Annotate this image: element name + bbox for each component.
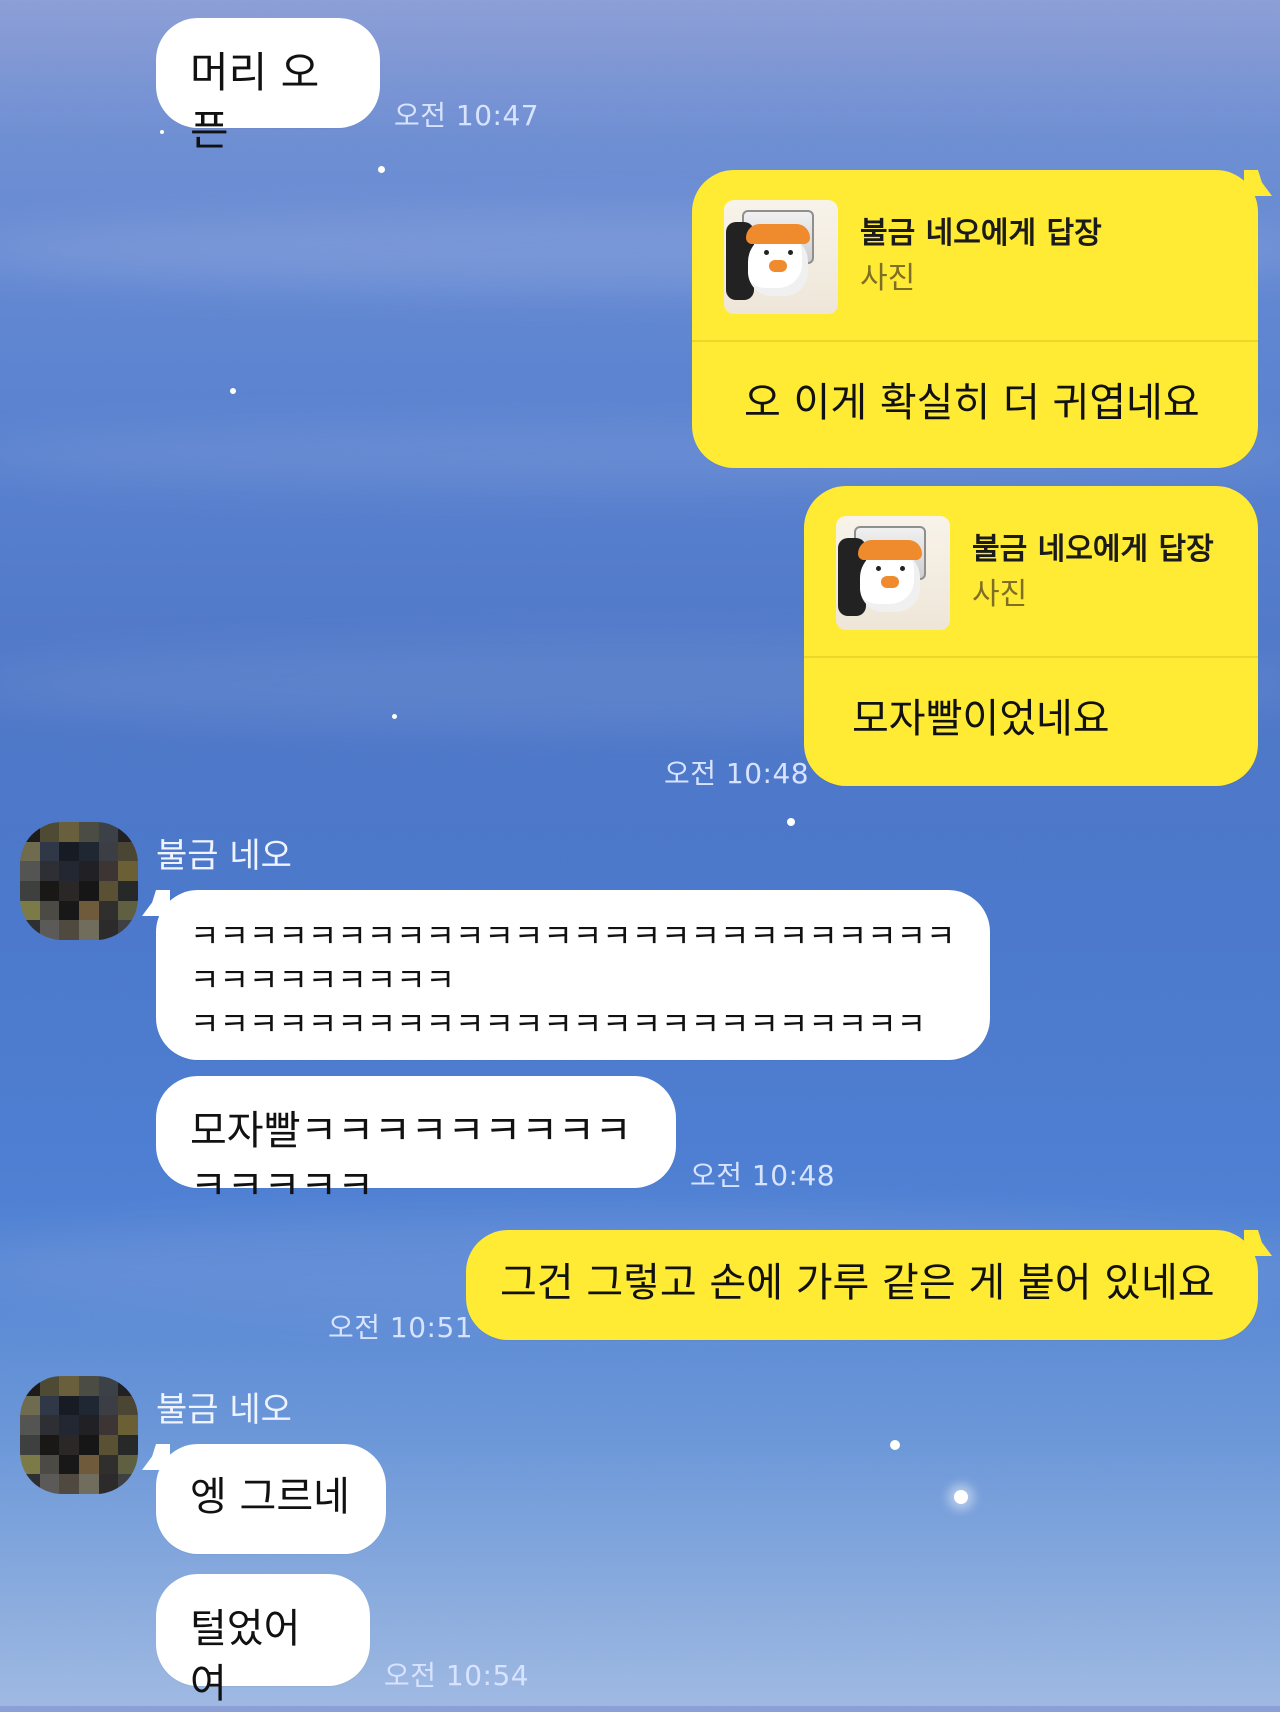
- message-time: 오전 10:47: [394, 99, 540, 132]
- message-text: 엥 그르네: [190, 1474, 350, 1520]
- beak-shape: [769, 260, 787, 272]
- sender-name: 불금 네오: [156, 1390, 292, 1430]
- orange-hat-shape: [746, 224, 810, 244]
- beak-shape: [881, 576, 899, 588]
- star: [378, 166, 385, 173]
- reply-subtitle: 사진: [860, 261, 916, 297]
- orange-hat-shape: [858, 540, 922, 560]
- outgoing-message-bubble: 그건 그렇고 손에 가루 같은 게 붙어 있네요: [466, 1230, 1258, 1340]
- reply-message-text: 오 이게 확실히 더 귀엽네요: [744, 380, 1200, 426]
- reply-meta: 불금 네오에게 답장 사진: [972, 532, 1214, 614]
- incoming-message-bubble: 머리 오픈: [156, 18, 380, 155]
- reply-message-text: 모자빨이었네요: [852, 696, 1110, 742]
- incoming-message-bubble: ㅋㅋㅋㅋㅋㅋㅋㅋㅋㅋㅋㅋㅋㅋㅋㅋㅋㅋㅋㅋㅋㅋㅋㅋㅋㅋㅋㅋㅋㅋㅋㅋㅋㅋㅋ ㅋㅋㅋㅋ…: [156, 890, 990, 1060]
- reply-photo-thumbnail[interactable]: [836, 516, 950, 630]
- reply-photo-thumbnail[interactable]: [724, 200, 838, 314]
- sender-name: 불금 네오: [156, 836, 292, 876]
- reply-preview[interactable]: 불금 네오에게 답장 사진: [804, 486, 1258, 658]
- incoming-message-bubble: 엥 그르네: [156, 1444, 386, 1554]
- reply-message-bubble[interactable]: 불금 네오에게 답장 사진 오 이게 확실히 더 귀엽네요: [692, 170, 1258, 468]
- reply-subtitle: 사진: [972, 577, 1028, 613]
- message-time: 오전 10:48: [690, 1159, 836, 1192]
- star: [787, 818, 795, 826]
- incoming-message-bubble: 모자빨ㅋㅋㅋㅋㅋㅋㅋㅋㅋㅋㅋㅋㅋㅋ: [156, 1076, 676, 1209]
- reply-meta: 불금 네오에게 답장 사진: [860, 216, 1102, 298]
- star: [392, 714, 397, 719]
- star: [890, 1440, 900, 1450]
- avatar[interactable]: [20, 1376, 138, 1494]
- message-text: 머리 오픈: [190, 48, 320, 155]
- message-text: 모자빨ㅋㅋㅋㅋㅋㅋㅋㅋㅋㅋㅋㅋㅋㅋ: [190, 1108, 632, 1210]
- reply-title: 불금 네오에게 답장: [860, 216, 1102, 252]
- message-time: 오전 10:51: [328, 1311, 474, 1344]
- star: [160, 130, 164, 134]
- reply-message-bubble[interactable]: 불금 네오에게 답장 사진 모자빨이었네요: [804, 486, 1258, 786]
- eye-shape: [764, 250, 769, 255]
- bright-star: [954, 1490, 968, 1504]
- message-text: 털었어여: [190, 1606, 301, 1708]
- incoming-message-bubble: 털었어여: [156, 1574, 370, 1707]
- star: [230, 388, 236, 394]
- eye-shape: [876, 566, 881, 571]
- avatar[interactable]: [20, 822, 138, 940]
- eye-shape: [788, 250, 793, 255]
- message-time: 오전 10:54: [384, 1659, 530, 1692]
- reply-title: 불금 네오에게 답장: [972, 532, 1214, 568]
- message-time: 오전 10:48: [664, 757, 810, 790]
- message-text: ㅋㅋㅋㅋㅋㅋㅋㅋㅋㅋㅋㅋㅋㅋㅋㅋㅋㅋㅋㅋㅋㅋㅋㅋㅋㅋㅋㅋㅋㅋㅋㅋㅋㅋㅋ ㅋㅋㅋㅋ…: [190, 917, 956, 1044]
- eye-shape: [900, 566, 905, 571]
- reply-preview[interactable]: 불금 네오에게 답장 사진: [692, 170, 1258, 342]
- message-text: 그건 그렇고 손에 가루 같은 게 붙어 있네요: [500, 1260, 1215, 1306]
